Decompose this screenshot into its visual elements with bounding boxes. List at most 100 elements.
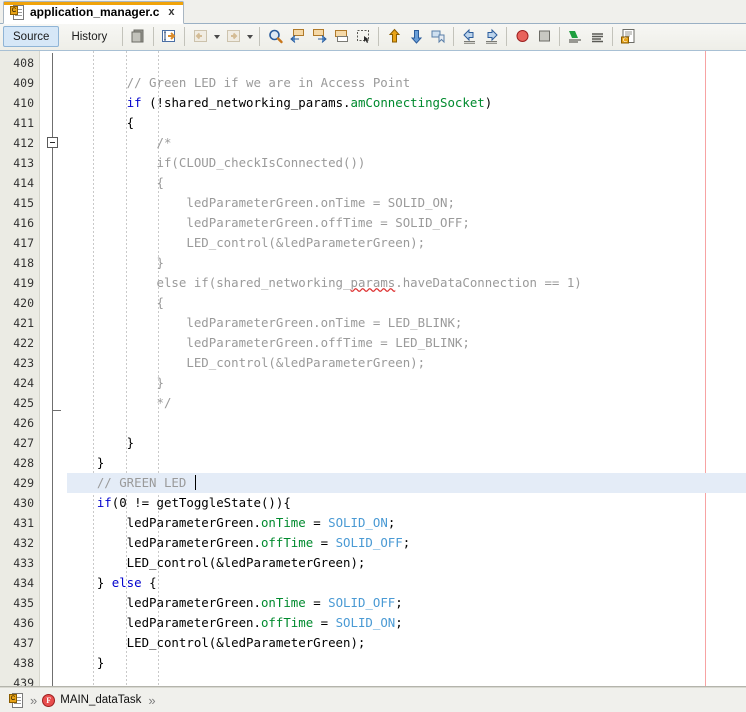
line-number: 417 xyxy=(0,233,39,253)
code-line[interactable]: ledParameterGreen.offTime = SOLID_OFF; xyxy=(67,213,746,233)
line-number: 422 xyxy=(0,333,39,353)
line-number: 420 xyxy=(0,293,39,313)
close-icon[interactable]: x xyxy=(165,7,174,18)
code-line[interactable]: { xyxy=(67,113,746,133)
code-token: { xyxy=(67,175,164,190)
forward-dropdown-icon[interactable] xyxy=(244,26,255,48)
toolbar-separator xyxy=(612,27,613,46)
toolbar-separator xyxy=(453,27,454,46)
line-number: 411 xyxy=(0,113,39,133)
c-file-icon: C xyxy=(10,5,24,20)
find-previous-icon[interactable] xyxy=(286,26,308,48)
line-number: 427 xyxy=(0,433,39,453)
line-number: 421 xyxy=(0,313,39,333)
line-number: 434 xyxy=(0,573,39,593)
toggle-rectangular-selection-icon[interactable] xyxy=(127,26,149,48)
code-line[interactable]: LED_control(&ledParameterGreen); xyxy=(67,353,746,373)
code-line[interactable]: ledParameterGreen.offTime = SOLID_ON; xyxy=(67,613,746,633)
code-line[interactable]: LED_control(&ledParameterGreen); xyxy=(67,233,746,253)
code-line[interactable]: */ xyxy=(67,393,746,413)
code-token: // GREEN LED xyxy=(67,475,194,490)
uncomment-icon[interactable] xyxy=(586,26,608,48)
stop-macro-recording-icon[interactable] xyxy=(533,26,555,48)
find-selection-icon[interactable] xyxy=(264,26,286,48)
code-folding-gutter[interactable] xyxy=(40,51,67,687)
line-number: 412 xyxy=(0,133,39,153)
back-icon[interactable] xyxy=(189,26,211,48)
code-line[interactable]: ledParameterGreen.offTime = LED_BLINK; xyxy=(67,333,746,353)
code-editor[interactable]: 4084094104114124134144154164174184194204… xyxy=(0,51,746,688)
code-text-area[interactable]: // Green LED if we are in Access Point i… xyxy=(67,51,746,687)
line-number: 409 xyxy=(0,73,39,93)
shift-left-icon[interactable] xyxy=(458,26,480,48)
code-line[interactable]: ledParameterGreen.onTime = SOLID_OFF; xyxy=(67,593,746,613)
code-line[interactable]: } xyxy=(67,453,746,473)
code-line[interactable]: /* xyxy=(67,133,746,153)
code-line[interactable]: ledParameterGreen.onTime = LED_BLINK; xyxy=(67,313,746,333)
line-number: 437 xyxy=(0,633,39,653)
refactor-icon[interactable]: C xyxy=(617,26,639,48)
previous-bookmark-icon[interactable] xyxy=(383,26,405,48)
start-macro-recording-icon[interactable] xyxy=(511,26,533,48)
line-number: 415 xyxy=(0,193,39,213)
code-line[interactable]: { xyxy=(67,173,746,193)
code-line[interactable]: ledParameterGreen.onTime = SOLID_ON; xyxy=(67,513,746,533)
code-line[interactable] xyxy=(67,673,746,687)
code-token: ; xyxy=(388,515,395,530)
toolbar-separator xyxy=(378,27,379,46)
code-line[interactable] xyxy=(67,413,746,433)
code-line[interactable]: if(CLOUD_checkIsConnected()) xyxy=(67,153,746,173)
code-line[interactable]: if (!shared_networking_params.amConnecti… xyxy=(67,93,746,113)
shift-right-icon[interactable] xyxy=(480,26,502,48)
code-line[interactable]: ledParameterGreen.offTime = SOLID_OFF; xyxy=(67,533,746,553)
line-number: 428 xyxy=(0,453,39,473)
fold-range-end-tick xyxy=(52,410,61,411)
document-tab-bar: C application_manager.c x xyxy=(0,0,746,24)
line-number: 414 xyxy=(0,173,39,193)
code-line[interactable]: // Green LED if we are in Access Point xyxy=(67,73,746,93)
code-line[interactable]: LED_control(&ledParameterGreen); xyxy=(67,633,746,653)
toolbar-separator xyxy=(122,27,123,46)
back-dropdown-icon[interactable] xyxy=(211,26,222,48)
find-next-icon[interactable] xyxy=(308,26,330,48)
fold-collapse-box[interactable] xyxy=(47,137,58,148)
code-token: } xyxy=(67,435,134,450)
code-line[interactable]: } xyxy=(67,433,746,453)
code-line[interactable]: LED_control(&ledParameterGreen); xyxy=(67,553,746,573)
tab-source[interactable]: Source xyxy=(3,26,59,47)
code-line[interactable]: { xyxy=(67,293,746,313)
code-token: if xyxy=(127,95,142,110)
code-token: onTime xyxy=(261,515,306,530)
line-number: 419 xyxy=(0,273,39,293)
toggle-highlight-icon[interactable] xyxy=(330,26,352,48)
breadcrumb-function-label[interactable]: MAIN_dataTask xyxy=(60,694,141,706)
code-token: SOLID_OFF xyxy=(328,595,395,610)
code-token: ledParameterGreen. xyxy=(67,615,261,630)
forward-icon[interactable] xyxy=(222,26,244,48)
code-token: params xyxy=(350,275,395,290)
code-line[interactable]: } xyxy=(67,253,746,273)
c-file-icon[interactable]: C xyxy=(9,693,23,708)
code-token: if(CLOUD_checkIsConnected()) xyxy=(67,155,365,170)
code-line[interactable]: } xyxy=(67,373,746,393)
line-number: 426 xyxy=(0,413,39,433)
toggle-bookmark-icon[interactable] xyxy=(427,26,449,48)
code-line[interactable]: if(0 != getToggleState()){ xyxy=(67,493,746,513)
rectangular-select-icon[interactable] xyxy=(352,26,374,48)
code-token: { xyxy=(142,575,157,590)
code-line[interactable]: ledParameterGreen.onTime = SOLID_ON; xyxy=(67,193,746,213)
document-tab-application-manager-c[interactable]: C application_manager.c x xyxy=(3,1,184,24)
line-number: 429 xyxy=(0,473,39,493)
line-number: 410 xyxy=(0,93,39,113)
next-bookmark-icon[interactable] xyxy=(405,26,427,48)
code-line[interactable]: else if(shared_networking_params.haveDat… xyxy=(67,273,746,293)
comment-icon[interactable] xyxy=(564,26,586,48)
code-line[interactable] xyxy=(67,53,746,73)
code-line-current[interactable]: // GREEN LED xyxy=(67,473,746,493)
code-line[interactable]: } else { xyxy=(67,573,746,593)
code-line[interactable]: } xyxy=(67,653,746,673)
code-token: } xyxy=(67,375,164,390)
last-edit-icon[interactable] xyxy=(158,26,180,48)
code-token: SOLID_ON xyxy=(328,515,388,530)
tab-history[interactable]: History xyxy=(61,26,117,47)
